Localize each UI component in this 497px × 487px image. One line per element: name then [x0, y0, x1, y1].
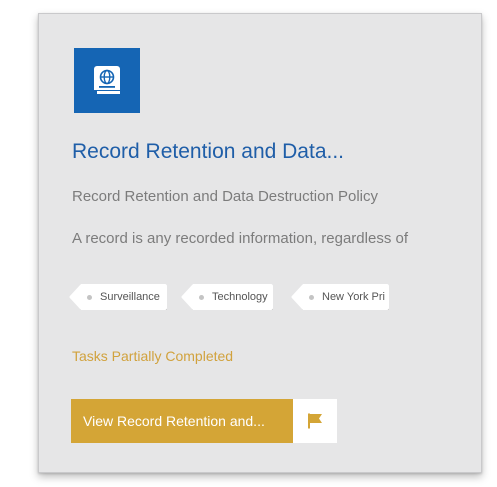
card-subtitle: Record Retention and Data Destruction Po… [72, 188, 378, 205]
tag-label: Surveillance [100, 291, 160, 303]
tag-surveillance[interactable]: Surveillance [69, 284, 167, 310]
policy-card[interactable]: Record Retention and Data... Record Rete… [38, 13, 482, 473]
tag-dot-icon [199, 294, 204, 300]
card-description: A record is any recorded information, re… [72, 230, 408, 247]
view-policy-button[interactable]: View Record Retention and... [71, 399, 293, 443]
tag-new-york[interactable]: New York Pri [291, 284, 389, 310]
card-title[interactable]: Record Retention and Data... [72, 140, 462, 164]
flag-button[interactable] [293, 399, 337, 443]
tag-label: New York Pri [322, 291, 385, 303]
tag-technology[interactable]: Technology [181, 284, 273, 310]
policy-book-icon [74, 48, 140, 113]
tag-label: Technology [212, 291, 268, 303]
status-text: Tasks Partially Completed [72, 348, 234, 364]
flag-icon [308, 413, 322, 429]
tag-dot-icon [87, 294, 92, 300]
book-globe-icon [94, 65, 120, 94]
tag-dot-icon [309, 294, 314, 300]
